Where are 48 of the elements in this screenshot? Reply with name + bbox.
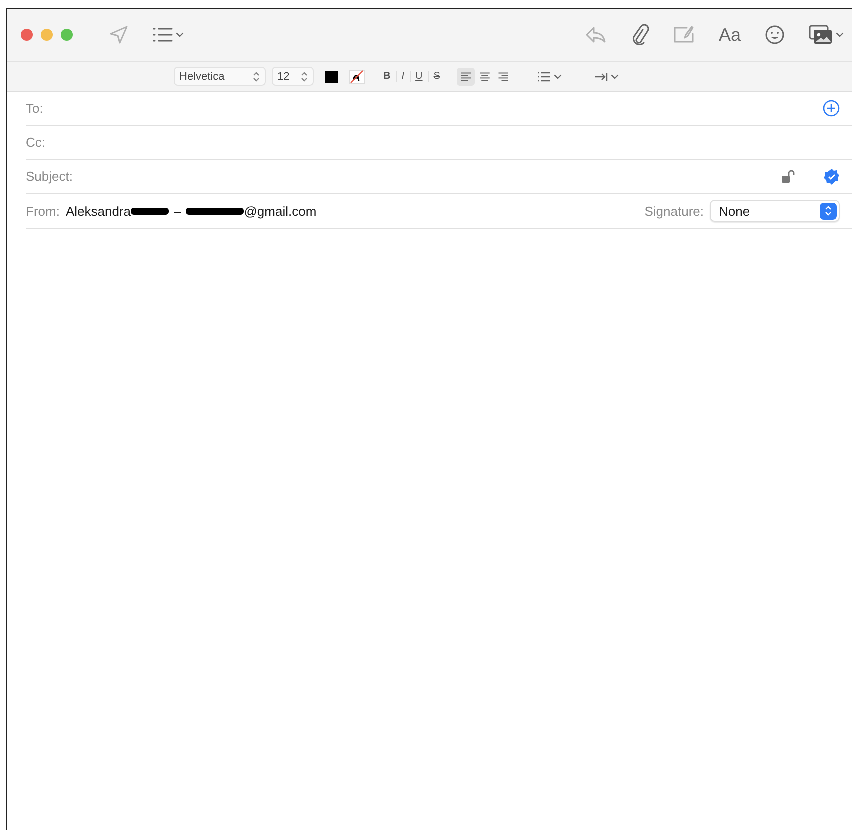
align-left-icon xyxy=(460,72,472,82)
list-icon xyxy=(153,28,173,42)
format-button[interactable]: Aa xyxy=(718,24,741,46)
verified-badge-icon[interactable] xyxy=(824,168,840,184)
unlocked-icon[interactable] xyxy=(782,170,796,184)
sender-email: @gmail.com xyxy=(244,204,317,218)
photo-browser-button[interactable] xyxy=(809,25,844,45)
signature-select[interactable]: None xyxy=(710,200,840,222)
emoji-button[interactable] xyxy=(765,25,785,45)
indent-icon xyxy=(594,72,608,82)
field-label: From: xyxy=(26,204,60,218)
align-center-icon xyxy=(479,72,492,82)
reply-icon xyxy=(584,26,607,44)
send-icon xyxy=(109,25,129,45)
underline-button[interactable]: U xyxy=(410,71,429,82)
bold-button[interactable]: B xyxy=(378,71,397,82)
size-select[interactable]: 12 xyxy=(272,67,314,86)
field-label: To: xyxy=(26,101,44,116)
caret-icon xyxy=(611,74,620,80)
caret-icon xyxy=(836,32,844,38)
redaction-mark xyxy=(186,208,244,214)
alignment-button[interactable] xyxy=(457,68,476,86)
paperclip-icon xyxy=(630,24,649,46)
separator: – xyxy=(174,204,182,218)
stepper-icon xyxy=(252,72,260,82)
add-contact-icon[interactable] xyxy=(823,100,840,117)
stepper-icon xyxy=(300,72,308,82)
signature-label: Signature: xyxy=(644,204,704,218)
photos-icon xyxy=(809,25,833,45)
close-button[interactable] xyxy=(21,29,33,41)
background-color-icon[interactable] xyxy=(348,70,365,84)
strike-button[interactable]: S xyxy=(428,71,446,82)
smiley-icon xyxy=(765,25,785,45)
caret-icon xyxy=(176,32,184,38)
align-right-icon xyxy=(498,72,510,82)
markup-icon xyxy=(672,26,695,44)
field-label: Cc: xyxy=(26,135,46,150)
stepper-icon xyxy=(825,206,832,216)
italic-button[interactable]: I xyxy=(396,71,411,82)
field-label: Subject: xyxy=(26,169,73,184)
attach-button[interactable] xyxy=(630,24,649,46)
list-icon xyxy=(537,72,552,82)
sender-name: Aleksandra xyxy=(66,204,131,218)
text-color-swatch[interactable] xyxy=(324,70,338,82)
header-fields-button[interactable] xyxy=(153,28,184,42)
redaction-mark xyxy=(131,208,169,214)
font-select[interactable]: Helvetica xyxy=(174,67,266,86)
caret-icon xyxy=(554,74,562,80)
